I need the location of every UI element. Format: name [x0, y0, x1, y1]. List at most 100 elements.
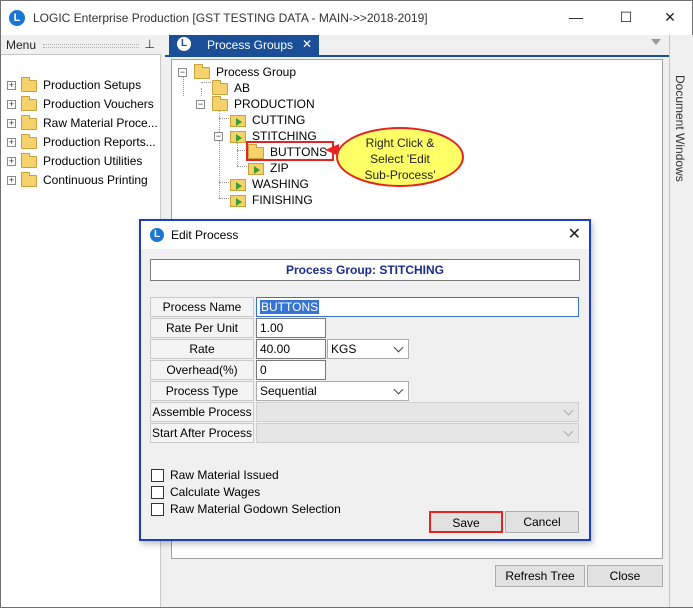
menu-item-label: Production Utilities [43, 154, 143, 168]
tab-dropdown-icon[interactable] [651, 39, 661, 45]
process-type-label: Process Type [150, 381, 254, 401]
callout-line: Sub-Process' [364, 168, 436, 182]
tab-strip: L Process Groups ✕ [165, 35, 669, 55]
process-icon [230, 195, 246, 207]
chevron-down-icon [393, 342, 404, 353]
dialog-title-bar: L Edit Process ✕ [141, 221, 589, 249]
window-title: LOGIC Enterprise Production [GST TESTING… [33, 11, 428, 25]
menu-title: Menu [6, 38, 37, 52]
chevron-down-icon [393, 384, 404, 395]
refresh-tree-button[interactable]: Refresh Tree [495, 565, 585, 587]
dialog-title: Edit Process [171, 228, 239, 242]
tab-close-icon[interactable]: ✕ [302, 37, 312, 51]
tab-process-groups[interactable]: L Process Groups ✕ [169, 35, 319, 55]
minimize-button[interactable]: — [553, 1, 599, 35]
callout-line: Select 'Edit [370, 152, 430, 166]
folder-icon [21, 172, 37, 187]
process-icon [230, 131, 246, 143]
calculate-wages-label: Calculate Wages [170, 485, 261, 499]
process-type-select[interactable]: Sequential [256, 381, 409, 401]
document-windows-panel[interactable]: Document Windows [669, 35, 693, 607]
assemble-process-label: Assemble Process [150, 402, 254, 422]
instruction-callout: Right Click & Select 'Edit Sub-Process' [336, 127, 464, 187]
expand-icon[interactable]: + [7, 138, 16, 147]
rate-unit-select[interactable]: KGS [327, 339, 409, 359]
expand-icon[interactable]: + [7, 81, 16, 90]
tree-node-label: CUTTING [252, 113, 306, 127]
tree-node-label: WASHING [252, 177, 309, 191]
tree-node-label: ZIP [270, 161, 289, 175]
edit-process-dialog: L Edit Process ✕ Process Group: STITCHIN… [139, 219, 591, 541]
expand-icon[interactable]: + [7, 119, 16, 128]
collapse-icon[interactable]: − [214, 132, 223, 141]
highlight-box [246, 141, 334, 161]
tree-node-label: AB [234, 81, 251, 95]
process-icon [248, 163, 264, 175]
collapse-icon[interactable]: − [196, 100, 205, 109]
folder-icon [21, 115, 37, 130]
folder-icon [21, 77, 37, 92]
process-icon [230, 115, 246, 127]
rate-input[interactable]: 40.00 [256, 339, 326, 359]
tree-connector [201, 88, 202, 96]
menu-item-label: Continuous Printing [43, 173, 148, 187]
cancel-button[interactable]: Cancel [505, 511, 579, 533]
process-name-label: Process Name [150, 297, 254, 317]
overhead-input[interactable]: 0 [256, 360, 326, 380]
dialog-close-icon[interactable]: ✕ [568, 224, 581, 244]
start-after-process-select [256, 423, 579, 443]
start-after-process-label: Start After Process [150, 423, 254, 443]
rate-label: Rate [150, 339, 254, 359]
chevron-down-icon [563, 426, 574, 437]
close-window-button[interactable]: ✕ [647, 1, 693, 35]
chevron-down-icon [563, 405, 574, 416]
overhead-label: Overhead(%) [150, 360, 254, 380]
title-bar: L LOGIC Enterprise Production [GST TESTI… [1, 1, 692, 35]
expand-icon[interactable]: + [7, 157, 16, 166]
tab-label: Process Groups [207, 38, 294, 52]
folder-icon [194, 64, 210, 79]
raw-material-issued-checkbox[interactable] [151, 469, 164, 482]
rate-per-unit-input[interactable]: 1.00 [256, 318, 326, 338]
menu-grip [43, 44, 139, 48]
maximize-button[interactable]: ☐ [603, 1, 649, 35]
tree-connector [183, 74, 184, 96]
document-windows-label[interactable]: Document Windows [673, 75, 687, 182]
folder-icon [212, 96, 228, 111]
tree-connector [219, 106, 220, 198]
app-window: L LOGIC Enterprise Production [GST TESTI… [0, 0, 693, 608]
close-button[interactable]: Close [587, 565, 663, 587]
dialog-logo-icon: L [150, 228, 164, 242]
folder-icon [21, 134, 37, 149]
folder-icon [212, 80, 228, 95]
menu-item-label: Production Setups [43, 78, 142, 92]
menu-item-label: Production Reports... [43, 135, 156, 149]
assemble-process-select [256, 402, 579, 422]
menu-header: Menu ⊥ [1, 35, 161, 55]
tree-node-label: FINISHING [252, 193, 313, 207]
tree-node-label: Process Group [216, 65, 297, 79]
save-button[interactable]: Save [429, 511, 503, 533]
expand-icon[interactable]: + [7, 176, 16, 185]
raw-material-godown-checkbox[interactable] [151, 503, 164, 516]
folder-icon [21, 96, 37, 111]
raw-material-issued-label: Raw Material Issued [170, 468, 279, 482]
process-group-header: Process Group: STITCHING [150, 259, 580, 281]
process-name-input[interactable]: BUTTONS [256, 297, 579, 317]
calculate-wages-checkbox[interactable] [151, 486, 164, 499]
collapse-icon[interactable]: − [178, 68, 187, 77]
folder-icon [21, 153, 37, 168]
process-icon [230, 179, 246, 191]
menu-item-label: Production Vouchers [43, 97, 154, 111]
tab-logo-icon: L [177, 37, 191, 51]
process-name-value: BUTTONS [260, 300, 320, 314]
pin-icon[interactable]: ⊥ [145, 37, 155, 51]
menu-pane: + Production Setups + Production Voucher… [1, 55, 161, 607]
rate-unit-value: KGS [331, 342, 357, 356]
tree-node-label: PRODUCTION [234, 97, 315, 111]
process-type-value: Sequential [260, 384, 317, 398]
menu-item-label: Raw Material Proce... [43, 116, 158, 130]
expand-icon[interactable]: + [7, 100, 16, 109]
callout-line: Right Click & [365, 136, 435, 150]
rate-per-unit-label: Rate Per Unit [150, 318, 254, 338]
